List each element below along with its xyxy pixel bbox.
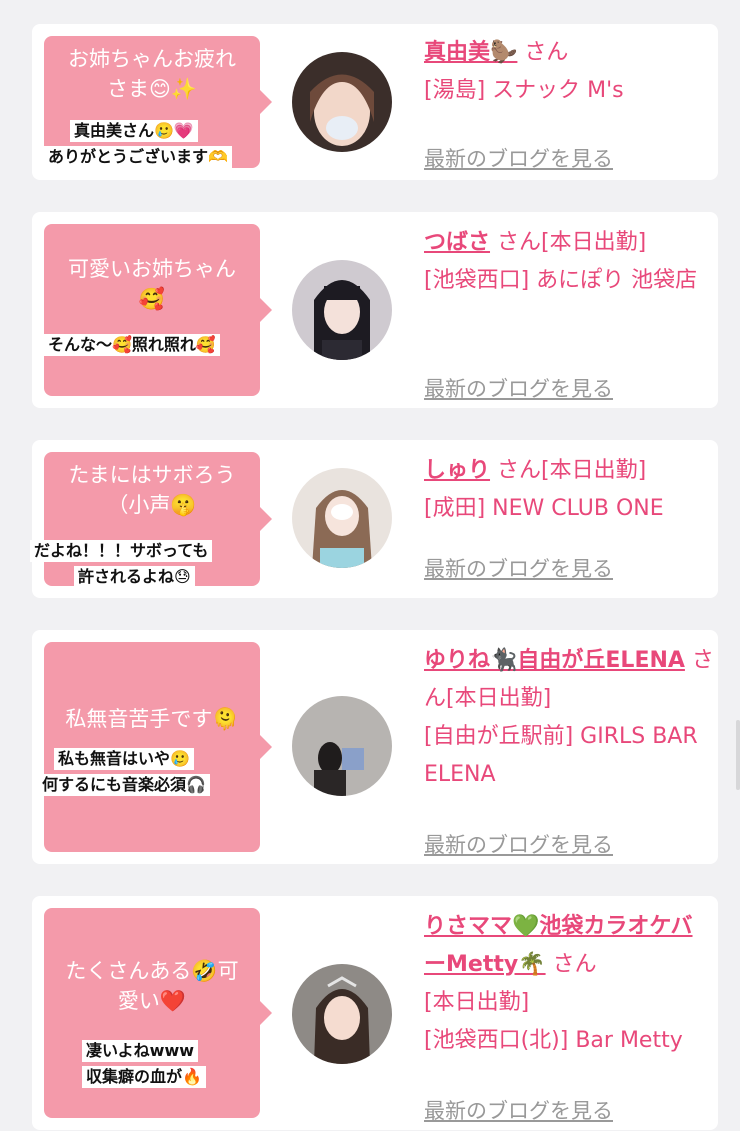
- latest-blog-link[interactable]: 最新のブログを見る: [424, 140, 613, 178]
- question-text: たくさんある🤣可愛い❤️: [65, 959, 239, 1013]
- name-suffix: さん[本日出勤]: [490, 458, 647, 483]
- scrollbar[interactable]: [736, 720, 740, 790]
- reply-text: だよね！！！サボっても: [30, 540, 213, 562]
- cast-name-link[interactable]: しゅり: [424, 458, 490, 483]
- avatar[interactable]: [292, 260, 392, 360]
- shop-name[interactable]: [池袋西口] あにぽり 池袋店: [424, 262, 714, 300]
- avatar[interactable]: [292, 964, 392, 1064]
- girl-card: お姉ちゃんお疲れさま😊✨ 真由美さん🥲💗 ありがとうございます🫶 真由美🦫 さん…: [32, 24, 718, 180]
- shop-name[interactable]: [湯島] スナック M's: [424, 72, 714, 110]
- reply-text: 真由美さん🥲💗: [70, 120, 198, 142]
- latest-blog-link[interactable]: 最新のブログを見る: [424, 370, 613, 408]
- question-bubble: たくさんある🤣可愛い❤️ 凄いよねwww 収集癖の血が🔥: [44, 908, 272, 1118]
- latest-blog-link[interactable]: 最新のブログを見る: [424, 550, 613, 588]
- reply-text: 凄いよねwww: [82, 1040, 199, 1062]
- avatar[interactable]: [292, 468, 392, 568]
- question-text: たまにはサボろう（小声🤫: [68, 463, 236, 517]
- reply-text: そんな〜🥰照れ照れ🥰: [44, 334, 220, 356]
- avatar[interactable]: [292, 52, 392, 152]
- girl-card: 私無音苦手です🫠 私も無音はいや🥲 何するにも音楽必須🎧 ゆりね🐈‍⬛自由が丘E…: [32, 630, 718, 864]
- reply-text: 私も無音はいや🥲: [54, 748, 194, 770]
- reply-text-2: 許されるよね😓: [74, 566, 195, 588]
- name-suffix: さん[本日出勤]: [490, 230, 647, 255]
- name-suffix: さん: [517, 40, 569, 65]
- shop-name[interactable]: [自由が丘駅前] GIRLS BAR ELENA: [424, 718, 714, 794]
- question-text: 私無音苦手です🫠: [65, 707, 239, 731]
- question-bubble: 可愛いお姉ちゃん🥰 そんな〜🥰照れ照れ🥰: [44, 224, 272, 396]
- avatar[interactable]: [292, 696, 392, 796]
- question-bubble: お姉ちゃんお疲れさま😊✨ 真由美さん🥲💗 ありがとうございます🫶: [44, 36, 272, 168]
- cast-name-link[interactable]: ゆりね🐈‍⬛自由が丘ELENA: [424, 648, 685, 673]
- question-bubble: 私無音苦手です🫠 私も無音はいや🥲 何するにも音楽必須🎧: [38, 642, 272, 852]
- reply-text-2: ありがとうございます🫶: [44, 146, 232, 168]
- name-suffix: さん: [545, 952, 597, 977]
- cast-info: ゆりね🐈‍⬛自由が丘ELENA さん[本日出勤] [自由が丘駅前] GIRLS …: [424, 642, 714, 857]
- cast-info: りさママ💚池袋カラオケバーMetty🌴 さん [本日出勤] [池袋西口(北)] …: [424, 908, 714, 1123]
- cast-info: 真由美🦫 さん [湯島] スナック M's 最新のブログを見る: [424, 34, 714, 171]
- cast-info: しゅり さん[本日出勤] [成田] NEW CLUB ONE 最新のブログを見る: [424, 452, 714, 581]
- cast-info: つばさ さん[本日出勤] [池袋西口] あにぽり 池袋店 最新のブログを見る: [424, 224, 714, 401]
- cast-name-link[interactable]: 真由美🦫: [424, 40, 517, 65]
- status-text: [本日出勤]: [424, 990, 530, 1015]
- cast-name-link[interactable]: つばさ: [424, 230, 490, 255]
- latest-blog-link[interactable]: 最新のブログを見る: [424, 1092, 613, 1130]
- reply-text-2: 収集癖の血が🔥: [82, 1066, 206, 1088]
- question-text: お姉ちゃんお疲れさま😊✨: [68, 47, 236, 101]
- reply-text-2: 何するにも音楽必須🎧: [38, 774, 210, 796]
- question-bubble: たまにはサボろう（小声🤫 だよね！！！サボっても 許されるよね😓: [30, 452, 272, 588]
- latest-blog-link[interactable]: 最新のブログを見る: [424, 826, 613, 864]
- girl-card: たまにはサボろう（小声🤫 だよね！！！サボっても 許されるよね😓 しゅり さん[…: [30, 440, 718, 598]
- girl-card: たくさんある🤣可愛い❤️ 凄いよねwww 収集癖の血が🔥 りさママ💚池袋カラオケ…: [32, 896, 718, 1130]
- shop-name[interactable]: [成田] NEW CLUB ONE: [424, 490, 714, 528]
- girl-card: 可愛いお姉ちゃん🥰 そんな〜🥰照れ照れ🥰 つばさ さん[本日出勤] [池袋西口]…: [32, 212, 718, 408]
- question-text: 可愛いお姉ちゃん🥰: [68, 257, 236, 311]
- shop-name[interactable]: [池袋西口(北)] Bar Metty: [424, 1022, 714, 1060]
